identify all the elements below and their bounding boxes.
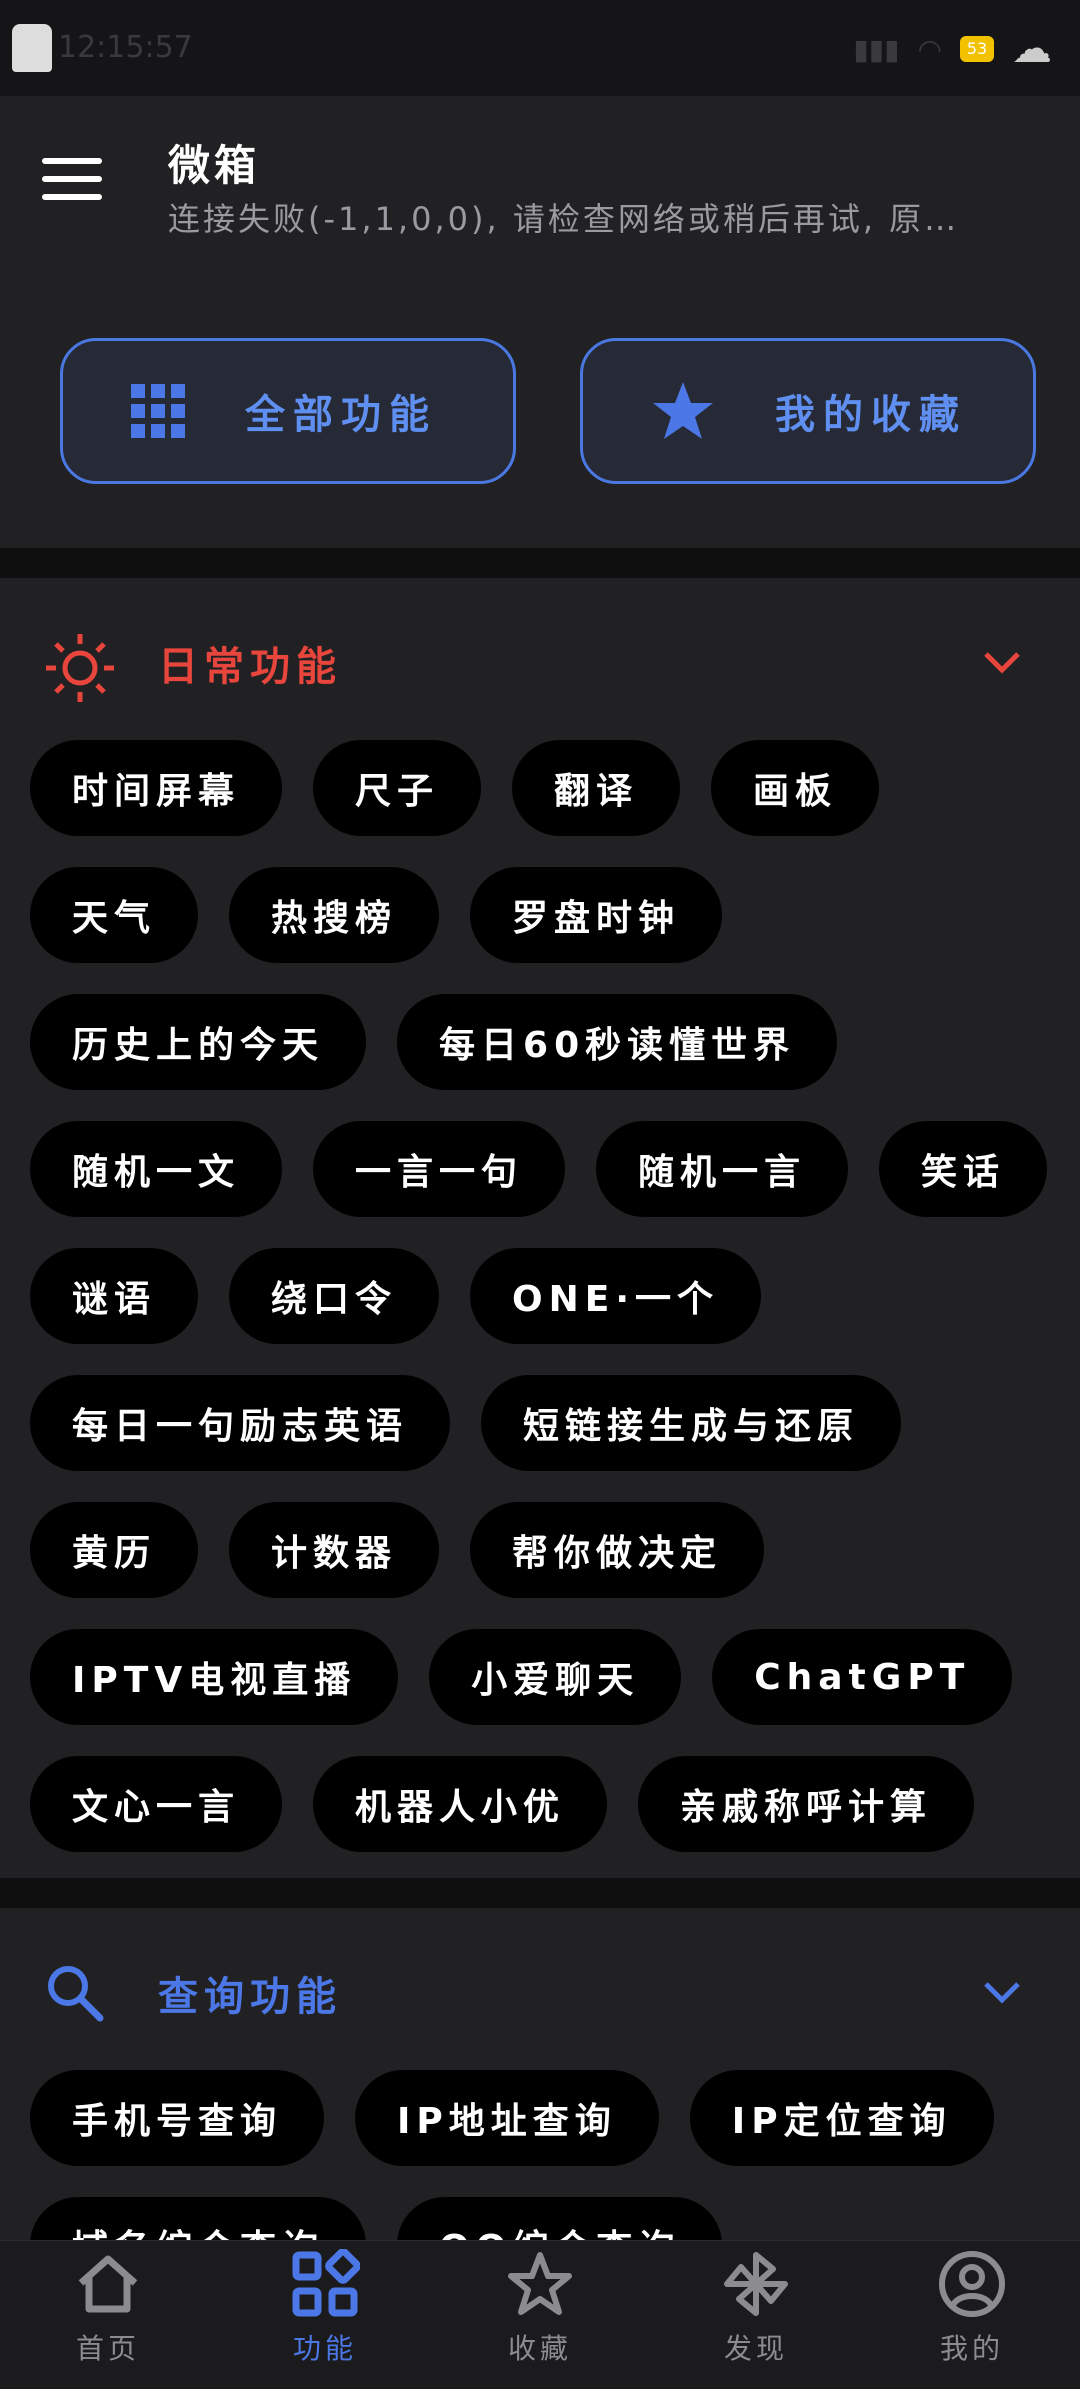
daily-section-title: 日常功能 [158, 644, 342, 690]
nav-discover-label: 发现 [723, 2332, 788, 2365]
all-functions-button[interactable]: 全部功能 [60, 338, 516, 484]
chip[interactable]: 短链接生成与还原 [481, 1375, 902, 1471]
chip[interactable]: ONE·一个 [470, 1248, 762, 1344]
chip[interactable]: 历史上的今天 [30, 994, 367, 1090]
query-functions-section: 查询功能 手机号查询 IP地址查询 IP定位查询 域名综合查询 QQ综合查询 [0, 1908, 1080, 2293]
pinwheel-icon [724, 2252, 788, 2316]
quick-actions-panel: 全部功能 我的收藏 [0, 278, 1080, 548]
chip[interactable]: IPTV电视直播 [30, 1629, 399, 1725]
signal-icon: ▮▮▮ [853, 32, 900, 66]
bottom-navigation: 首页 功能 收藏 发现 我的 [0, 2240, 1080, 2389]
daily-chip-list: 时间屏幕 尺子 翻译 画板 天气 热搜榜 罗盘时钟 历史上的今天 每日60秒读懂… [30, 740, 1050, 1852]
my-favorites-label: 我的收藏 [775, 392, 967, 438]
my-favorites-button[interactable]: 我的收藏 [580, 338, 1036, 484]
app-title: 微箱 [168, 141, 261, 190]
chip[interactable]: 一言一句 [313, 1121, 566, 1217]
all-functions-label: 全部功能 [245, 392, 437, 438]
battery-badge: 53 [960, 36, 994, 62]
app-avatar-icon [12, 24, 52, 72]
chip[interactable]: 计数器 [229, 1502, 440, 1598]
user-icon [939, 2251, 1005, 2317]
sun-icon [46, 634, 114, 702]
app-subtitle: 连接失败(-1,1,0,0), 请检查网络或稍后再试, 原… [168, 200, 960, 238]
daily-section-header[interactable]: 日常功能 [0, 578, 1080, 744]
star-icon [653, 382, 713, 439]
chip[interactable]: 手机号查询 [30, 2070, 325, 2166]
chip[interactable]: 笑话 [879, 1121, 1048, 1217]
chip[interactable]: 谜语 [30, 1248, 199, 1344]
grid-icon [131, 384, 185, 438]
chip[interactable]: 天气 [30, 867, 199, 963]
chip[interactable]: IP地址查询 [355, 2070, 659, 2166]
app-bar: 微箱 连接失败(-1,1,0,0), 请检查网络或稍后再试, 原… [0, 96, 1080, 279]
chip[interactable]: ChatGPT [712, 1629, 1013, 1725]
chip[interactable]: 小爱聊天 [429, 1629, 682, 1725]
query-section-title: 查询功能 [158, 1974, 342, 2020]
chip[interactable]: 尺子 [313, 740, 482, 836]
nav-functions-label: 功能 [292, 2332, 357, 2365]
menu-button[interactable] [42, 158, 102, 208]
nav-favorites-label: 收藏 [507, 2332, 572, 2365]
nav-mine[interactable]: 我的 [902, 2249, 1042, 2367]
chip[interactable]: 帮你做决定 [470, 1502, 765, 1598]
chip[interactable]: 绕口令 [229, 1248, 440, 1344]
status-bar: 12:15:57 ▮▮▮ ◠ 53 ☁ [0, 0, 1080, 96]
chevron-down-icon[interactable] [982, 1980, 1022, 2004]
daily-functions-section: 日常功能 时间屏幕 尺子 翻译 画板 天气 热搜榜 罗盘时钟 历史上的今天 每日… [0, 578, 1080, 1878]
chevron-down-icon[interactable] [982, 650, 1022, 674]
chip[interactable]: 随机一言 [596, 1121, 849, 1217]
chip[interactable]: IP定位查询 [689, 2070, 994, 2166]
chip[interactable]: 亲戚称呼计算 [638, 1756, 975, 1852]
chip[interactable]: 每日60秒读懂世界 [397, 994, 838, 1090]
apps-icon [292, 2249, 360, 2317]
nav-functions[interactable]: 功能 [255, 2249, 395, 2367]
chip[interactable]: 时间屏幕 [30, 740, 283, 836]
nav-mine-label: 我的 [939, 2332, 1004, 2365]
chip[interactable]: 热搜榜 [229, 867, 440, 963]
chip[interactable]: 翻译 [512, 740, 681, 836]
chip[interactable]: 随机一文 [30, 1121, 283, 1217]
menu-icon [42, 158, 102, 164]
wifi-icon: ◠ [917, 32, 942, 66]
search-icon [48, 1966, 104, 2022]
status-time: 12:15:57 [58, 30, 193, 65]
nav-home[interactable]: 首页 [38, 2249, 178, 2367]
chip[interactable]: 画板 [711, 740, 880, 836]
nav-favorites[interactable]: 收藏 [470, 2249, 610, 2367]
chip[interactable]: 文心一言 [30, 1756, 283, 1852]
star-outline-icon [508, 2252, 572, 2315]
weather-snow-icon: ☁ [1012, 26, 1052, 72]
chip[interactable]: 黄历 [30, 1502, 199, 1598]
chip[interactable]: 每日一句励志英语 [30, 1375, 451, 1471]
query-section-header[interactable]: 查询功能 [0, 1908, 1080, 2074]
chip[interactable]: 机器人小优 [313, 1756, 608, 1852]
nav-home-label: 首页 [75, 2332, 140, 2365]
chip[interactable]: 罗盘时钟 [470, 867, 723, 963]
nav-discover[interactable]: 发现 [686, 2249, 826, 2367]
home-icon [78, 2255, 138, 2313]
